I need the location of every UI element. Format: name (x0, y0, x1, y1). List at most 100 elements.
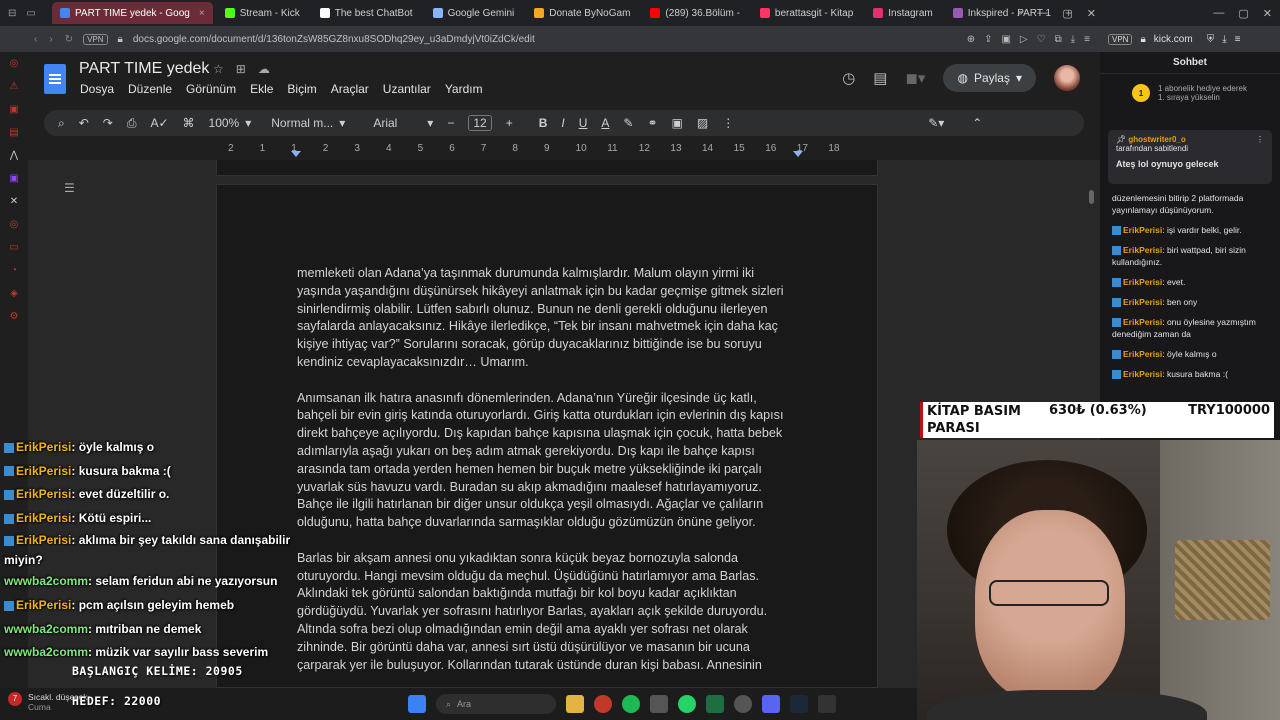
player-icon[interactable]: ◎ (10, 219, 19, 231)
document-paragraph[interactable]: memleketi olan Adana’ya taşınmak durumun… (297, 265, 799, 372)
collapse-menus-icon[interactable]: ⌃ (972, 116, 982, 130)
minimize-icon[interactable]: — (1037, 7, 1048, 19)
menu-item[interactable]: Düzenle (128, 82, 172, 96)
star-icon[interactable]: ☆ (213, 62, 224, 76)
obs-icon[interactable] (734, 695, 752, 713)
file-explorer-icon[interactable] (566, 695, 584, 713)
spellcheck-icon[interactable]: A✓ (150, 116, 168, 130)
steam-icon[interactable] (790, 695, 808, 713)
move-folder-icon[interactable]: ⊞ (236, 62, 246, 76)
vpn-badge[interactable]: VPN (83, 33, 108, 45)
link-icon[interactable]: ⚭ (647, 116, 657, 130)
menu-item[interactable]: Biçim (287, 82, 316, 96)
excel-icon[interactable] (706, 695, 724, 713)
comments-icon[interactable]: ▤ (873, 69, 887, 87)
url-field[interactable]: docs.google.com/document/d/136tonZsW85GZ… (133, 34, 957, 45)
download-icon[interactable]: ⤓ (1222, 34, 1226, 45)
browser-tab[interactable]: berattasgit - Kitap (752, 2, 861, 24)
undo-icon[interactable]: ↶ (79, 116, 89, 130)
sub-gift-banner[interactable]: 1 1 abonelik hediye ederek 1. sıraya yük… (1132, 84, 1252, 102)
document-paragraph[interactable]: Anımsanan ilk hatıra anasınıfı dönemleri… (297, 390, 799, 532)
document-paragraph[interactable]: Barlas bir akşam annesi onu yıkadıktan s… (297, 550, 799, 675)
extensions-icon[interactable]: ◈ (10, 288, 18, 300)
maximize-icon[interactable]: ▢ (1238, 7, 1248, 20)
close-icon[interactable]: ✕ (1263, 7, 1272, 20)
chat-username[interactable]: ErikPerisi (1123, 277, 1162, 287)
download-icon[interactable]: ⤓ (1071, 34, 1075, 45)
avatar[interactable] (1054, 65, 1080, 91)
pinned-message[interactable]: 📌︎ ghostwriter0_o ⋮ tarafından sabitlend… (1108, 130, 1272, 184)
highlight-icon[interactable]: ✎ (623, 116, 633, 130)
spotify-icon[interactable] (622, 695, 640, 713)
outline-icon[interactable]: ☰ (64, 181, 76, 195)
browser-tab[interactable]: PART TIME yedek - Goog × (52, 2, 213, 24)
editing-mode-icon[interactable]: ✎▾ (928, 116, 944, 130)
style-select[interactable]: Normal m... ▾ (271, 116, 345, 130)
chat-username[interactable]: ErikPerisi (1123, 317, 1162, 327)
chat-username[interactable]: ErikPerisi (1123, 369, 1162, 379)
play-icon[interactable]: ▷ (1020, 34, 1028, 45)
font-select[interactable]: Arial ▾ (373, 116, 433, 130)
cloud-status-icon[interactable]: ☁ (258, 62, 270, 76)
browser-tab[interactable]: (289) 36.Bölüm - (642, 2, 747, 24)
more-icon[interactable]: ⋮ (722, 116, 734, 130)
menu-item[interactable]: Yardım (445, 82, 483, 96)
add-comment-icon[interactable]: ▣ (672, 116, 683, 130)
increase-font-size-icon[interactable]: + (506, 116, 513, 130)
print-icon[interactable]: ⎙ (127, 116, 137, 131)
italic-icon[interactable]: I (561, 116, 564, 130)
browser-tab[interactable]: Instagram (865, 2, 940, 24)
chat-username[interactable]: ErikPerisi (1123, 297, 1162, 307)
gaming-icon[interactable]: ▣ (9, 104, 18, 116)
horizontal-ruler[interactable]: 2 1 1 2 3 4 5 6 7 8 9 10 11 12 13 14 15 16 17 18 (216, 143, 878, 157)
snapshot-icon[interactable]: ▣ (1001, 34, 1010, 45)
share-icon[interactable]: ⇪ (984, 34, 992, 45)
browser-tab[interactable]: Stream - Kick (217, 2, 308, 24)
forward-icon[interactable]: › (49, 34, 52, 45)
ai-icon[interactable]: ⋀ (10, 150, 18, 162)
discord-icon[interactable] (762, 695, 780, 713)
search-menus-icon[interactable]: ⌕ (58, 116, 65, 131)
x-icon[interactable]: ✕ (10, 196, 18, 208)
close-icon[interactable]: ✕ (1087, 7, 1096, 20)
chat-username[interactable]: ErikPerisi (1123, 245, 1162, 255)
epic-games-icon[interactable] (818, 695, 836, 713)
settings-icon[interactable]: ⚙ (10, 311, 19, 323)
redo-icon[interactable]: ↷ (103, 116, 113, 130)
chat-username[interactable]: ErikPerisi (1123, 225, 1162, 235)
app-icon[interactable] (650, 695, 668, 713)
taskbar-search[interactable]: ⌕ Ara (436, 694, 556, 714)
whatsapp-icon[interactable] (678, 695, 696, 713)
menu-item[interactable]: Görünüm (186, 82, 236, 96)
reload-icon[interactable]: ↻ (65, 34, 73, 45)
document-page[interactable]: memleketi olan Adana’ya taşınmak durumun… (216, 184, 878, 688)
pinboard-icon[interactable]: ▭ (9, 242, 18, 254)
side-url-field[interactable]: kick.com (1154, 34, 1193, 45)
underline-icon[interactable]: U (579, 116, 588, 130)
history-icon[interactable]: ◔ (11, 265, 17, 277)
shield-icon[interactable]: ⛨ (1207, 34, 1215, 45)
paint-format-icon[interactable]: ⌘ (183, 116, 195, 130)
bold-icon[interactable]: B (539, 116, 548, 130)
zoom-select[interactable]: 100% ▾ (209, 116, 252, 130)
windows-start-icon[interactable] (408, 695, 426, 713)
docs-logo-icon[interactable] (44, 64, 66, 94)
share-button[interactable]: ◍ Paylaş ▾ (943, 64, 1036, 92)
tab-list-icon[interactable]: ▭ (26, 8, 35, 19)
vpn-badge[interactable]: VPN (1108, 33, 1133, 45)
speed-dial-icon[interactable]: ◎ (10, 58, 19, 70)
workspace-icon[interactable]: ⊟ (8, 8, 16, 19)
extensions-icon[interactable]: ⧉ (1055, 34, 1062, 45)
zoom-icon[interactable]: ⊕ (967, 34, 975, 45)
font-size-input[interactable]: 12 (468, 115, 492, 131)
decrease-font-size-icon[interactable]: − (447, 116, 454, 130)
menu-icon[interactable]: ≡ (1235, 34, 1241, 45)
maximize-icon[interactable]: ▢ (1062, 7, 1072, 20)
version-history-icon[interactable]: ◷ (842, 69, 855, 87)
menu-item[interactable]: Uzantılar (383, 82, 431, 96)
text-color-icon[interactable]: A (601, 116, 609, 130)
browser-tab[interactable]: The best ChatBot (312, 2, 421, 24)
document-body[interactable]: memleketi olan Adana’ya taşınmak durumun… (297, 265, 799, 692)
news-icon[interactable]: ▤ (9, 127, 18, 139)
insert-image-icon[interactable]: ▨ (697, 116, 708, 130)
